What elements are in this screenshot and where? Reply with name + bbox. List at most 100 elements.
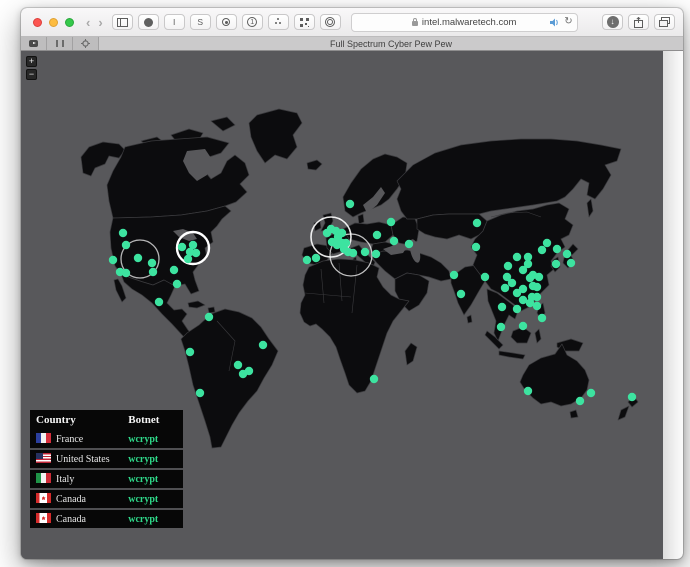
download-circle-icon: ↓ [607,16,619,28]
country-name: Canada [56,494,86,505]
scrollbar-track[interactable] [663,51,683,559]
infection-dot [508,279,516,287]
country-name: United States [56,454,110,465]
infection-dot [526,274,534,282]
letter-i-icon: I [173,17,175,27]
infection-dot [504,262,512,270]
infection-dot [628,393,636,401]
camera-ring-icon [222,18,230,26]
tab-overview-button[interactable] [654,14,675,30]
infection-dot [501,284,509,292]
infection-dot [239,370,247,378]
address-bar[interactable]: intel.malwaretech.com ↻ [351,13,578,32]
fullscreen-window-button[interactable] [65,18,74,27]
infection-dot [134,254,142,262]
tabs-icon [659,17,670,27]
active-tab[interactable]: Full Spectrum Cyber Pew Pew [99,37,683,50]
infection-dot [538,314,546,322]
infection-dot [170,266,178,274]
infection-dot [303,256,311,264]
infection-dot [481,273,489,281]
country-name: Canada [56,514,86,525]
reload-icon[interactable]: ↻ [564,17,572,27]
infection-dot [543,239,551,247]
infection-dot [122,269,130,277]
downloads-button[interactable]: ↓ [602,14,623,30]
extension-button-6[interactable] [268,14,289,30]
table-header-row: Country Botnet [30,410,183,430]
tab-title: Full Spectrum Cyber Pew Pew [330,39,452,49]
infection-dot [148,259,156,267]
extension-button-4[interactable] [216,14,237,30]
table-row: United States wcrypt [30,449,183,469]
safari-window: ‹ › I S 1 intel.malwaretech.com [21,8,683,559]
botnet-name: wcrypt [128,474,158,485]
infection-dot [390,237,398,245]
extension-button-8[interactable] [320,14,341,30]
table-row: Canadawcrypt [30,509,183,528]
infection-dot [576,397,584,405]
infection-dot [587,389,595,397]
extension-button-1[interactable] [138,14,159,30]
back-button[interactable]: ‹ [82,16,94,29]
share-button[interactable] [628,14,649,30]
gear-icon [81,39,90,48]
window-controls [33,18,74,27]
infection-dot [498,303,506,311]
zoom-out-button[interactable]: − [26,69,37,80]
ca-flag-icon [36,493,51,503]
qr-code-icon [300,18,309,27]
pinned-tab-3[interactable] [73,37,99,50]
fr-flag-icon [36,433,51,443]
dark-circle-icon [144,18,153,27]
infection-dot [405,240,413,248]
infection-dot [538,246,546,254]
it-flag-icon [36,473,51,483]
column-header-botnet: Botnet [122,410,183,430]
map-zoom-controls: + − [26,56,37,82]
table-row: Italy wcrypt [30,469,183,489]
infection-dot [457,290,465,298]
infection-dot [186,348,194,356]
infection-dot [519,266,527,274]
infection-dot [553,245,561,253]
infection-dot [535,273,543,281]
country-name: France [56,434,83,445]
infection-dot [119,229,127,237]
column-header-country: Country [30,410,122,430]
extension-button-2[interactable]: I [164,14,185,30]
pinned-tab-2[interactable] [47,37,73,50]
letter-s-icon: S [197,17,203,27]
infection-dot [524,387,532,395]
us-flag-icon [36,453,51,463]
infection-dot [370,375,378,383]
sidebar-button[interactable] [112,14,133,30]
infection-dot [338,229,346,237]
forward-button[interactable]: › [94,16,106,29]
dots-cluster-icon [275,22,277,24]
target-circle-icon [325,17,335,27]
infection-dot [473,219,481,227]
infection-dot [513,253,521,261]
pinned-tab-1[interactable] [21,37,47,50]
extension-button-3[interactable]: S [190,14,211,30]
infection-dot [312,254,320,262]
infection-dot [149,268,157,276]
minimize-window-button[interactable] [49,18,58,27]
play-tile-icon [29,40,38,47]
share-icon [634,17,643,28]
infection-dot [234,361,242,369]
infection-dot [361,248,369,256]
botnet-name: wcrypt [128,454,158,465]
browser-toolbar: ‹ › I S 1 intel.malwaretech.com [21,8,683,37]
extension-button-5[interactable]: 1 [242,14,263,30]
sidebar-icon [117,18,128,27]
circled-one-icon: 1 [247,17,257,27]
close-window-button[interactable] [33,18,42,27]
zoom-in-button[interactable]: + [26,56,37,67]
audio-speaker-icon[interactable] [550,18,560,27]
extension-button-7[interactable] [294,14,315,30]
country-name: Italy [56,474,74,485]
infection-dot [259,341,267,349]
infection-dot [109,256,117,264]
